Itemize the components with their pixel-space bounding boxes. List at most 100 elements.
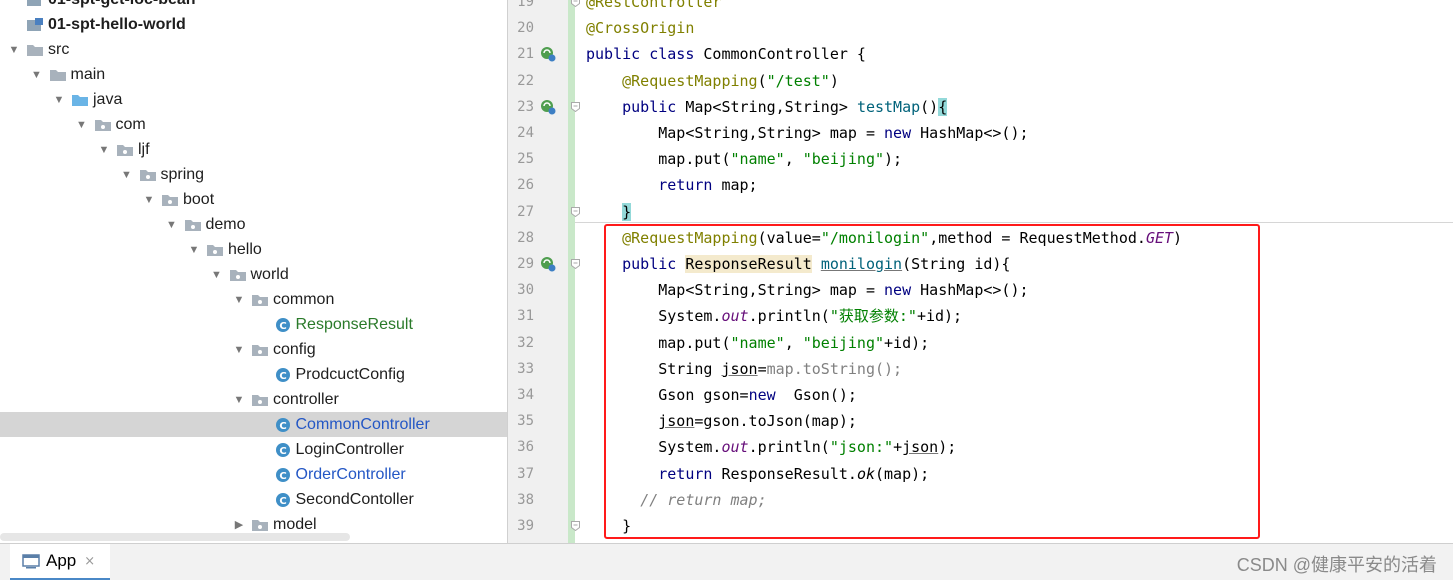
tree-item-java[interactable]: ▼ java <box>0 87 507 112</box>
line-number[interactable]: 19 <box>508 0 534 15</box>
code-line[interactable]: public Map<String,String> testMap(){ <box>575 94 1453 120</box>
fold-marker-icon[interactable] <box>571 206 580 217</box>
chevron-down-icon[interactable]: ▼ <box>76 119 88 131</box>
chevron-down-icon[interactable]: ▼ <box>143 194 155 206</box>
chevron-down-icon[interactable]: ▼ <box>188 244 200 256</box>
tree-item-ordercontroller[interactable]: ▼COrderController <box>0 462 507 487</box>
tree-item-prodcuctconfig[interactable]: ▼CProdcuctConfig <box>0 362 507 387</box>
line-number[interactable]: 32 <box>508 330 534 356</box>
tree-item-com[interactable]: ▼ com <box>0 112 507 137</box>
tree-item-main[interactable]: ▼ main <box>0 62 507 87</box>
code-line[interactable]: map.put("name", "beijing"); <box>575 146 1453 172</box>
line-number[interactable]: 21 <box>508 41 534 67</box>
tree-item-label: OrderController <box>295 465 406 483</box>
code-token: { <box>938 97 948 116</box>
line-number[interactable]: 25 <box>508 146 534 172</box>
tree-item-boot[interactable]: ▼ boot <box>0 187 507 212</box>
tree-item-icon <box>139 167 157 183</box>
chevron-down-icon[interactable]: ▼ <box>233 344 245 356</box>
tree-item-config[interactable]: ▼ config <box>0 337 507 362</box>
tree-item-demo[interactable]: ▼ demo <box>0 212 507 237</box>
fold-marker-icon[interactable] <box>571 101 580 112</box>
tree-horizontal-scrollbar[interactable] <box>0 533 350 541</box>
line-number[interactable]: 37 <box>508 461 534 487</box>
chevron-down-icon[interactable]: ▼ <box>121 169 133 181</box>
tree-item-label: src <box>48 40 70 58</box>
fold-marker-icon[interactable] <box>571 0 580 7</box>
fold-marker-icon[interactable] <box>571 259 580 269</box>
chevron-down-icon[interactable]: ▼ <box>53 94 65 106</box>
line-number[interactable]: 39 <box>508 513 534 539</box>
tree-item-label: com <box>115 115 146 133</box>
svg-text:C: C <box>279 446 286 457</box>
code-line[interactable]: Map<String,String> map = new HashMap<>()… <box>575 120 1453 146</box>
code-line[interactable]: public class CommonController { <box>575 41 1453 67</box>
line-number[interactable]: 35 <box>508 408 534 434</box>
tree-item-src[interactable]: ▼ src <box>0 37 507 62</box>
tree-item-label: config <box>273 340 316 358</box>
chevron-right-icon[interactable]: ▶ <box>233 519 245 531</box>
tree-item-secondcontoller[interactable]: ▼CSecondContoller <box>0 487 507 512</box>
code-token: map.put( <box>586 150 731 169</box>
tree-item-logincontroller[interactable]: ▼CLoginController <box>0 437 507 462</box>
source-folder-icon <box>72 94 88 106</box>
tree-item-ljf[interactable]: ▼ ljf <box>0 137 507 162</box>
chevron-down-icon[interactable]: ▼ <box>31 69 43 81</box>
code-token: CommonController { <box>703 45 866 64</box>
code-line[interactable]: @RequestMapping("/test") <box>575 68 1453 94</box>
code-token: Map<String,String> <box>685 97 857 116</box>
tree-item-hello[interactable]: ▼ hello <box>0 237 507 262</box>
line-number[interactable]: 33 <box>508 356 534 382</box>
line-number[interactable]: 34 <box>508 382 534 408</box>
code-line[interactable]: @RestController <box>575 0 1453 15</box>
tree-item-icon <box>251 342 269 358</box>
bean-icon[interactable] <box>540 46 556 62</box>
code-line[interactable]: } <box>575 199 1453 225</box>
line-number[interactable]: 22 <box>508 68 534 94</box>
chevron-down-icon[interactable]: ▼ <box>98 144 110 156</box>
tree-item-label: SecondContoller <box>295 490 414 508</box>
tree-item-world[interactable]: ▼ world <box>0 262 507 287</box>
close-icon[interactable]: × <box>84 554 95 569</box>
class-icon: C <box>275 442 290 457</box>
code-token: public class <box>586 45 704 64</box>
line-number[interactable]: 28 <box>508 225 534 251</box>
bean-icon[interactable] <box>540 99 556 115</box>
code-line[interactable]: @CrossOrigin <box>575 15 1453 41</box>
line-number[interactable]: 24 <box>508 120 534 146</box>
code-token: ); <box>884 150 903 169</box>
line-number[interactable]: 30 <box>508 277 534 303</box>
line-number[interactable]: 20 <box>508 15 534 41</box>
tree-item-icon <box>206 242 224 258</box>
chevron-down-icon[interactable]: ▼ <box>233 394 245 406</box>
line-number[interactable]: 31 <box>508 303 534 329</box>
line-number[interactable]: 27 <box>508 199 534 225</box>
tree-item-controller[interactable]: ▼ controller <box>0 387 507 412</box>
chevron-down-icon[interactable]: ▼ <box>233 294 245 306</box>
tree-item-spring[interactable]: ▼ spring <box>0 162 507 187</box>
chevron-down-icon[interactable]: ▼ <box>166 219 178 231</box>
tree-item-responseresult[interactable]: ▼CResponseResult <box>0 312 507 337</box>
chevron-down-icon[interactable]: ▼ <box>8 44 20 56</box>
fold-marker-icon[interactable] <box>571 521 580 531</box>
tab-app-label: App <box>46 551 77 570</box>
tree-item-icon <box>26 0 44 8</box>
tree-item-01-spt-get-ioc-bean[interactable]: ▼01-spt-get-ioc-bean <box>0 0 507 12</box>
tree-item-common[interactable]: ▼ common <box>0 287 507 312</box>
bean-icon[interactable] <box>540 256 556 272</box>
svg-text:C: C <box>279 321 286 332</box>
line-number[interactable]: 38 <box>508 487 534 513</box>
line-number[interactable]: 36 <box>508 434 534 460</box>
chevron-down-icon[interactable]: ▼ <box>211 269 223 281</box>
line-number[interactable]: 26 <box>508 172 534 198</box>
tree-item-icon <box>161 192 179 208</box>
code-token: "beijing" <box>802 150 885 169</box>
tree-item-icon <box>26 42 44 58</box>
line-number[interactable]: 29 <box>508 251 534 277</box>
code-line[interactable]: return map; <box>575 172 1453 198</box>
tree-item-01-spt-hello-world[interactable]: ▼01-spt-hello-world <box>0 12 507 37</box>
watermark: CSDN @健康平安的活着 <box>1236 555 1437 575</box>
line-number[interactable]: 23 <box>508 94 534 120</box>
tree-item-commoncontroller[interactable]: ▼CCommonController <box>0 412 507 437</box>
tab-app[interactable]: App × <box>10 544 110 580</box>
